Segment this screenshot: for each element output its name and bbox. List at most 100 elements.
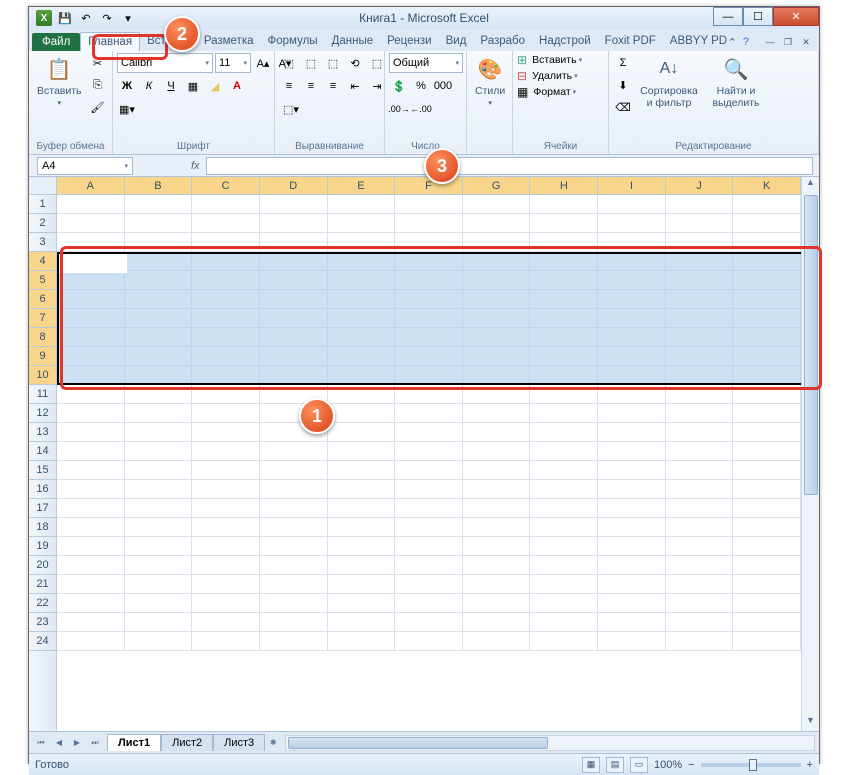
cell[interactable] [57, 195, 125, 214]
cell[interactable] [328, 404, 396, 423]
tab-надстрой[interactable]: Надстрой [532, 32, 598, 51]
cell[interactable] [666, 499, 734, 518]
cell[interactable] [328, 385, 396, 404]
save-icon[interactable]: 💾 [56, 9, 74, 27]
cell[interactable] [125, 442, 193, 461]
currency-icon[interactable]: 💲 [389, 76, 409, 96]
cell[interactable] [530, 423, 598, 442]
col-header[interactable]: A [57, 177, 125, 194]
cell[interactable] [328, 632, 396, 651]
font-name-combo[interactable]: Calibri▾ [117, 53, 213, 73]
cell[interactable] [666, 385, 734, 404]
percent-icon[interactable]: % [411, 76, 431, 96]
cell[interactable] [57, 499, 125, 518]
cell[interactable] [463, 480, 531, 499]
orientation-icon[interactable]: ⟲ [345, 53, 365, 73]
cell[interactable] [125, 385, 193, 404]
cell[interactable] [192, 195, 260, 214]
row-header[interactable]: 7 [29, 309, 56, 328]
cell[interactable] [395, 613, 463, 632]
cell[interactable] [328, 461, 396, 480]
cell[interactable] [57, 461, 125, 480]
cell[interactable] [733, 594, 801, 613]
cell[interactable] [57, 214, 125, 233]
scroll-up-icon[interactable]: ▲ [802, 177, 819, 193]
scroll-down-icon[interactable]: ▼ [802, 715, 819, 731]
row-header[interactable]: 1 [29, 195, 56, 214]
select-all-corner[interactable] [29, 177, 57, 195]
formula-input[interactable] [206, 157, 813, 175]
row-header[interactable]: 13 [29, 423, 56, 442]
cell[interactable] [733, 480, 801, 499]
align-left-icon[interactable]: ≡ [279, 76, 299, 96]
cell[interactable] [395, 195, 463, 214]
row-header[interactable]: 23 [29, 613, 56, 632]
cell[interactable] [733, 404, 801, 423]
row-header[interactable]: 2 [29, 214, 56, 233]
col-header[interactable]: H [530, 177, 598, 194]
row-header[interactable]: 18 [29, 518, 56, 537]
decrease-decimal-icon[interactable]: ←.00 [411, 99, 431, 119]
cell[interactable] [598, 404, 666, 423]
italic-icon[interactable]: К [139, 76, 159, 96]
cell[interactable] [192, 214, 260, 233]
cell[interactable] [328, 575, 396, 594]
wrap-text-icon[interactable]: ⬚ [367, 53, 387, 73]
merge-icon[interactable]: ⬚▾ [279, 99, 303, 119]
cell[interactable] [598, 214, 666, 233]
row-header[interactable]: 3 [29, 233, 56, 252]
horizontal-scrollbar[interactable] [285, 735, 815, 751]
cell[interactable] [666, 404, 734, 423]
col-header[interactable]: D [260, 177, 328, 194]
row-header[interactable]: 16 [29, 480, 56, 499]
normal-view-icon[interactable]: ▦ [582, 757, 600, 773]
cell[interactable] [328, 518, 396, 537]
cell[interactable] [125, 404, 193, 423]
cell[interactable] [463, 537, 531, 556]
align-center-icon[interactable]: ≡ [301, 76, 321, 96]
row-header[interactable]: 19 [29, 537, 56, 556]
new-sheet-icon[interactable]: ✱ [265, 735, 281, 751]
cell[interactable] [598, 518, 666, 537]
cell[interactable] [530, 214, 598, 233]
cell[interactable] [125, 613, 193, 632]
tab-рецензи[interactable]: Рецензи [380, 32, 438, 51]
row-header[interactable]: 8 [29, 328, 56, 347]
cell[interactable] [463, 233, 531, 252]
format-painter-icon[interactable]: 🖌 [88, 97, 108, 117]
delete-cells-button[interactable]: ⊟Удалить▾ [517, 69, 578, 83]
cell[interactable] [57, 423, 125, 442]
cell[interactable] [260, 518, 328, 537]
cell[interactable] [192, 233, 260, 252]
number-format-combo[interactable]: Общий▾ [389, 53, 463, 73]
cell[interactable] [666, 613, 734, 632]
cell[interactable] [125, 195, 193, 214]
underline-icon[interactable]: Ч [161, 76, 181, 96]
cell[interactable] [463, 195, 531, 214]
cell[interactable] [598, 575, 666, 594]
row-header[interactable]: 15 [29, 461, 56, 480]
cell[interactable] [598, 195, 666, 214]
worksheet-grid[interactable]: ABCDEFGHIJK 1234567891011121314151617181… [29, 177, 819, 731]
zoom-slider[interactable] [701, 763, 801, 767]
cell[interactable] [598, 556, 666, 575]
cell[interactable] [328, 556, 396, 575]
sheet-next-icon[interactable]: ▶ [69, 735, 85, 751]
excel-logo-icon[interactable]: X [35, 9, 53, 27]
sheet-tab[interactable]: Лист2 [161, 734, 213, 751]
cell[interactable] [530, 632, 598, 651]
cell[interactable] [57, 480, 125, 499]
tab-формулы[interactable]: Формулы [261, 32, 325, 51]
cell[interactable] [395, 233, 463, 252]
cell[interactable] [328, 537, 396, 556]
cell[interactable] [463, 632, 531, 651]
cell[interactable] [666, 195, 734, 214]
cell[interactable] [125, 423, 193, 442]
fill-color-icon[interactable]: ◢ [205, 76, 225, 96]
styles-button[interactable]: 🎨 Стили ▾ [471, 53, 509, 109]
tab-abbyy pd[interactable]: ABBYY PD [663, 32, 734, 51]
cell[interactable] [125, 575, 193, 594]
cell[interactable] [463, 613, 531, 632]
cell[interactable] [125, 233, 193, 252]
close-button[interactable]: ✕ [773, 7, 819, 26]
